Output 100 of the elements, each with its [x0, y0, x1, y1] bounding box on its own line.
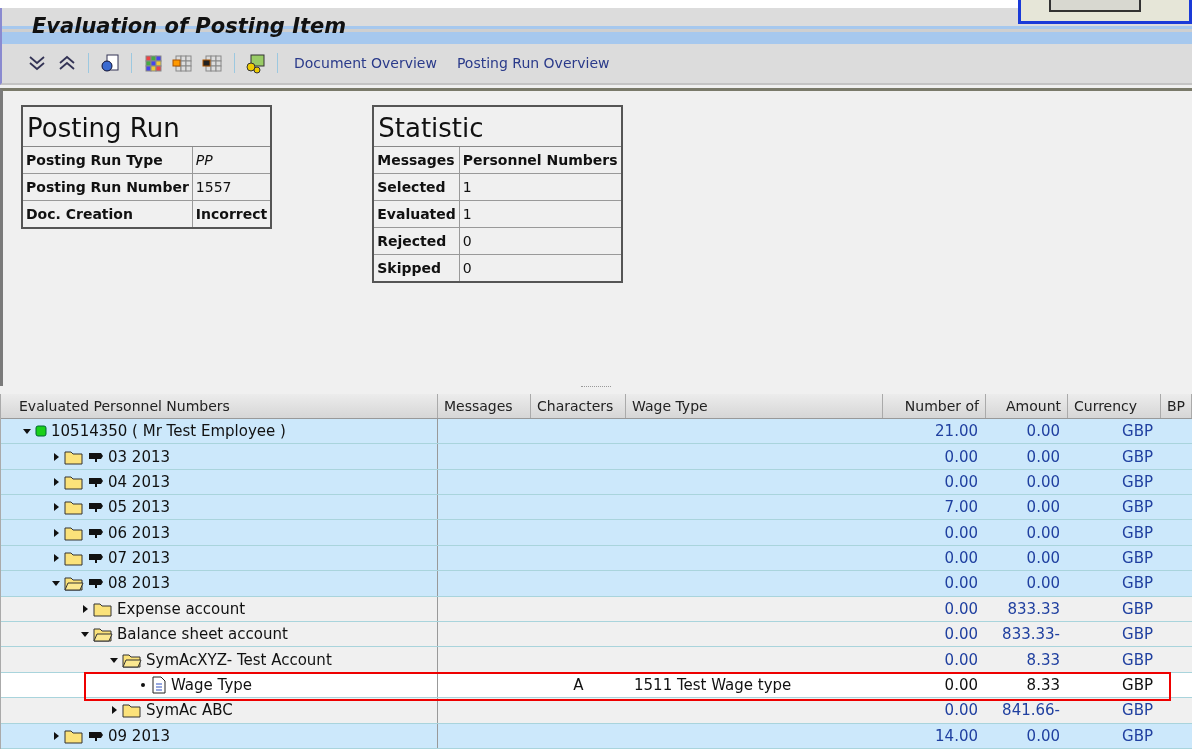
posting-block-icon	[88, 475, 104, 488]
table-cell: GBP	[1122, 574, 1153, 593]
tree-row[interactable]: 07 2013 0.00 0.00 GBP	[1, 545, 1192, 572]
collapse-caret-icon[interactable]	[52, 579, 60, 588]
table-cell: 0.00	[1026, 472, 1060, 491]
collapse-caret-icon[interactable]	[110, 655, 118, 664]
posting-block-icon	[88, 577, 104, 590]
table-cell: 14.00	[935, 726, 978, 745]
collapse-caret-icon[interactable]	[81, 630, 89, 639]
table-cell: 0.00	[1026, 523, 1060, 542]
table-cell: GBP	[1122, 599, 1153, 618]
node-label: 04 2013	[108, 472, 171, 491]
tree-row[interactable]: 09 2013 14.00 0.00 GBP	[1, 723, 1192, 749]
status-icon	[35, 425, 47, 438]
table-cell: 0.00	[1026, 549, 1060, 568]
tree-row[interactable]: Balance sheet account 0.00 833.33- GBP	[1, 622, 1192, 648]
table-cell: 833.33-	[1002, 625, 1060, 644]
table-cell: 841.66-	[1002, 701, 1060, 720]
tree-row[interactable]: 08 2013 0.00 0.00 GBP	[1, 571, 1192, 597]
splitter-grip[interactable]	[581, 385, 611, 389]
table-cell: 0.00	[944, 523, 978, 542]
column-header[interactable]: Number of	[883, 393, 986, 418]
collapse-caret-icon[interactable]	[23, 427, 31, 436]
table-cell: 0.00	[944, 650, 978, 669]
row-label: Evaluated	[373, 200, 460, 228]
tree-row[interactable]: 05 2013 7.00 0.00 GBP	[1, 495, 1192, 521]
table-cell: GBP	[1122, 701, 1153, 720]
table-cell: 833.33	[1007, 599, 1060, 618]
node-label: 07 2013	[108, 549, 171, 568]
table-cell: GBP	[1122, 472, 1153, 491]
tree-row[interactable]: SymAc ABC 0.00 841.66- GBP	[1, 698, 1192, 724]
node-label: 08 2013	[108, 574, 171, 593]
posting-block-icon	[88, 501, 104, 514]
tree-row[interactable]: 04 2013 0.00 0.00 GBP	[1, 469, 1192, 496]
tree-row[interactable]: 03 2013 0.00 0.00 GBP	[1, 444, 1192, 470]
folder-icon	[64, 473, 84, 490]
tree-row[interactable]: 10514350 ( Mr Test Employee ) 21.00 0.00 GBP	[1, 418, 1192, 445]
table-cell: 0.00	[944, 447, 978, 466]
table-cell: 0.00	[1026, 422, 1060, 441]
table-cell: 21.00	[935, 422, 978, 441]
expand-caret-icon[interactable]	[52, 731, 60, 740]
node-label: 03 2013	[108, 447, 171, 466]
expand-caret-icon[interactable]	[52, 452, 60, 461]
expand-caret-icon[interactable]	[52, 528, 60, 537]
table-cell: GBP	[1122, 447, 1153, 466]
row-label: Rejected	[373, 227, 460, 255]
document-globe-icon[interactable]	[99, 52, 121, 75]
column-header[interactable]: Currency	[1068, 393, 1161, 418]
expand-caret-icon[interactable]	[52, 477, 60, 486]
table-cell: 0.00	[944, 701, 978, 720]
column-header[interactable]: Messages	[438, 393, 531, 418]
expand-caret-icon[interactable]	[110, 706, 118, 715]
table-cell: 0.00	[1026, 726, 1060, 745]
table-cell: GBP	[1122, 676, 1153, 694]
table-cell: 1511 Test Wage type	[634, 676, 792, 694]
table-cell: GBP	[1122, 650, 1153, 669]
posting-block-icon	[88, 526, 104, 539]
grid-icon[interactable]	[142, 52, 164, 75]
bullet-icon	[139, 681, 147, 689]
expand-caret-icon[interactable]	[52, 503, 60, 512]
table-cell: GBP	[1122, 422, 1153, 441]
folder-icon	[64, 499, 84, 516]
grid-save-icon[interactable]	[202, 52, 224, 75]
node-label: 06 2013	[108, 523, 171, 542]
toolbar-link[interactable]: Document Overview	[288, 55, 443, 72]
grid-add-icon[interactable]	[172, 52, 194, 75]
column-header[interactable]: Wage Type	[626, 393, 883, 418]
tree-row[interactable]: Expense account 0.00 833.33 GBP	[1, 596, 1192, 623]
node-label: 09 2013	[108, 726, 171, 745]
tree-row[interactable]: 06 2013 0.00 0.00 GBP	[1, 520, 1192, 546]
folder-icon	[122, 702, 142, 719]
open-folder-icon	[122, 651, 142, 668]
posting-block-icon	[88, 552, 104, 565]
node-label: 05 2013	[108, 498, 171, 517]
network-icon[interactable]	[245, 52, 267, 75]
field-label: Posting Run Number	[22, 173, 193, 201]
table-cell: 0.00	[1026, 447, 1060, 466]
open-folder-icon	[93, 626, 113, 643]
tree-row[interactable]: Wage Type A 1511 Test Wage type 0.00 8.33 GBP	[1, 672, 1192, 699]
table-cell: 0.00	[944, 625, 978, 644]
table-cell: GBP	[1122, 523, 1153, 542]
table-cell: GBP	[1122, 726, 1153, 745]
tree-row[interactable]: SymAcXYZ- Test Account 0.00 8.33 GBP	[1, 647, 1192, 673]
column-header[interactable]: Characters	[531, 393, 626, 418]
node-label: 10514350 ( Mr Test Employee )	[51, 422, 286, 441]
node-label: Wage Type	[171, 676, 253, 694]
expand-caret-icon[interactable]	[81, 604, 89, 613]
folder-icon	[64, 727, 84, 744]
column-header[interactable]: BP	[1161, 393, 1192, 418]
expand-caret-icon[interactable]	[52, 554, 60, 563]
document-icon	[151, 676, 167, 694]
window-title: Evaluation of Posting Item	[32, 13, 347, 40]
dialog-button[interactable]	[1049, 0, 1141, 12]
column-header[interactable]: Evaluated Personnel Numbers	[13, 393, 438, 418]
table-cell: GBP	[1122, 498, 1153, 517]
toolbar-link[interactable]: Posting Run Overview	[450, 55, 616, 72]
column-header[interactable]: Amount	[986, 393, 1068, 418]
node-label: SymAcXYZ- Test Account	[146, 650, 332, 669]
table-cell: 0.00	[944, 676, 978, 694]
node-label: Balance sheet account	[117, 625, 288, 644]
